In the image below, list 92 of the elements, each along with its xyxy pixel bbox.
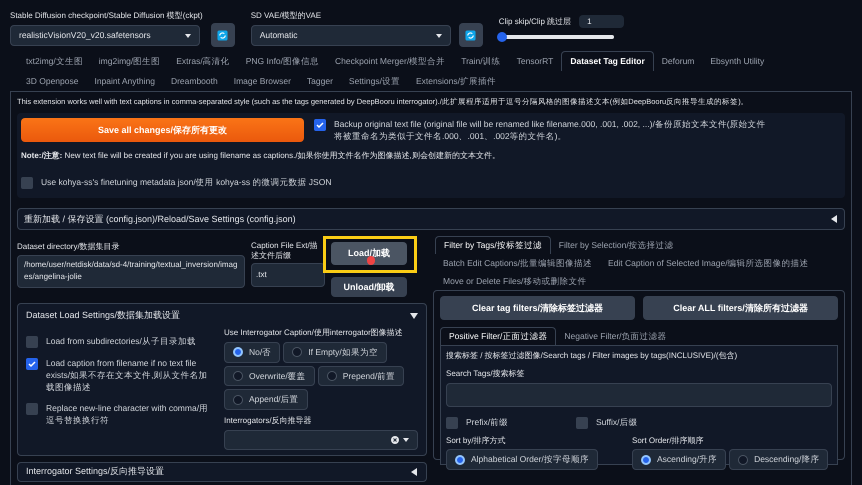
tab[interactable]: Filter by Tags/按标签过滤 xyxy=(435,236,551,254)
refresh-icon xyxy=(465,30,476,40)
field-label: Caption File Ext/描述文件后缀 xyxy=(251,241,319,262)
cursor-icon xyxy=(367,256,375,266)
tab[interactable]: Settings/设置 xyxy=(340,71,408,91)
field-label: Clip skip/Clip 跳过层 xyxy=(498,16,572,28)
radio-option[interactable]: Overwrite/覆盖 xyxy=(224,366,315,386)
radio-option[interactable]: Alphabetical Order/按字母顺序 xyxy=(446,449,598,470)
dropdown-arrow-icon xyxy=(185,34,191,38)
tab[interactable]: TensorRT xyxy=(508,51,562,71)
checkmark-icon xyxy=(28,360,36,368)
tab[interactable]: Train/训练 xyxy=(453,51,509,71)
checkbox[interactable] xyxy=(576,417,588,430)
checkmark-icon xyxy=(316,121,324,130)
refresh-button[interactable] xyxy=(458,23,483,47)
checkbox-label: Load from subdirectories/从子目录加载 xyxy=(46,334,196,347)
radio-option[interactable]: If Empty/如果为空 xyxy=(283,342,387,362)
checkbox[interactable] xyxy=(446,417,458,430)
radio-button[interactable] xyxy=(326,370,337,381)
tab[interactable]: Image Browser xyxy=(226,71,299,91)
radio-button[interactable] xyxy=(233,347,243,358)
tab[interactable]: Inpaint Anything xyxy=(86,71,163,91)
dropdown-arrow-icon xyxy=(436,34,442,38)
tab[interactable]: Move or Delete Files/移动或删除文件 xyxy=(435,272,594,290)
search-field[interactable] xyxy=(446,383,832,408)
refresh-button[interactable] xyxy=(210,23,235,47)
radio-option[interactable]: Prepend/前置 xyxy=(318,366,404,386)
field-label: Stable Diffusion checkpoint/Stable Diffusion 模型(ckpt) xyxy=(10,10,203,22)
panel-title: 搜索标签 / 按标签过滤图像/Search tags / Filter images by tags(INCLUSIVE)/(包含) xyxy=(446,350,738,362)
tab[interactable]: img2img/图生图 xyxy=(90,51,168,71)
field-label: Dataset directory/数据集目录 xyxy=(17,241,121,254)
checkbox[interactable] xyxy=(26,358,38,370)
checkbox[interactable] xyxy=(26,336,38,348)
checkbox[interactable] xyxy=(314,119,326,132)
radio-button[interactable] xyxy=(233,394,243,405)
tab[interactable]: Ebsynth Utility xyxy=(702,51,772,71)
tab[interactable]: Batch Edit Captions/批量编辑图像描述 xyxy=(435,254,600,272)
tab[interactable]: Dreambooth xyxy=(162,71,226,91)
tab[interactable]: Extensions/扩展插件 xyxy=(408,71,504,91)
radio-button[interactable] xyxy=(233,370,243,381)
field-label: SD VAE/模型的VAE xyxy=(250,10,322,22)
interrogator-dropdown[interactable] xyxy=(224,430,418,450)
radio-button[interactable] xyxy=(641,454,651,465)
field-label: Use Interrogator Caption/使用interrogator图像描述 xyxy=(224,326,404,339)
slider-thumb[interactable] xyxy=(496,32,507,42)
unload-button[interactable]: Unload/卸载 xyxy=(331,277,407,298)
tab[interactable]: Checkpoint Merger/模型合并 xyxy=(327,51,454,71)
clear-icon xyxy=(391,436,399,444)
radio-button[interactable] xyxy=(738,454,748,465)
field-label: Sort Order/排序顺序 xyxy=(632,435,705,448)
checkbox-label: Suffix/后缀 xyxy=(596,416,638,428)
tab[interactable]: Negative Filter/负面过滤器 xyxy=(556,327,675,346)
tab[interactable]: 3D Openpose xyxy=(18,71,86,91)
number-field[interactable]: 1 xyxy=(579,15,624,28)
tab[interactable]: Filter by Selection/按选择过滤 xyxy=(550,236,682,254)
accordion-header[interactable]: 重新加载 / 保存设置 (config.json)/Reload/Save Settings (config.json) xyxy=(17,208,845,230)
field-label: Interrogators/反向推导器 xyxy=(224,415,313,427)
field-label: Search Tags/搜索标签 xyxy=(446,368,526,380)
radio-option[interactable]: Descending/降序 xyxy=(729,449,828,470)
checkbox-label: Use kohya-ss's finetuning metadata json/使用 kohya-ss 的微调元数据 JSON xyxy=(41,176,332,188)
checkbox[interactable] xyxy=(21,177,33,190)
tab[interactable]: txt2img/文生图 xyxy=(18,51,91,71)
clear-filters-button[interactable]: Clear ALL filters/清除所有过滤器 xyxy=(643,296,838,320)
tab[interactable]: Extras/高清化 xyxy=(168,51,238,71)
panel-title: Dataset Load Settings/数据集加载设置 xyxy=(26,309,180,322)
dropdown[interactable]: Automatic xyxy=(250,25,451,46)
note-text: Note:/注意: New text file will be created if you are using filename as captions./如果你使用文件名作为图像描述,则会创建新的文本文件。 xyxy=(21,150,501,162)
checkbox-label: Prefix/前缀 xyxy=(466,416,508,428)
load-button[interactable]: Load/加载 xyxy=(331,242,407,266)
checkbox[interactable] xyxy=(26,402,38,415)
refresh-icon xyxy=(217,30,228,40)
slider[interactable] xyxy=(498,32,614,42)
tab[interactable]: PNG Info/图像信息 xyxy=(238,51,328,71)
checkbox-label: Backup original text file (original file will be renamed like filename.000, .001, .002, ...)/备份原始文本文件(原始文件将被重命名为类似于文件名.000、.001、.002等的文件名)。 xyxy=(334,118,767,142)
tab[interactable]: Dataset Tag Editor xyxy=(561,51,654,71)
radio-button[interactable] xyxy=(292,347,302,358)
field-label: Sort by/排序方式 xyxy=(446,435,507,448)
radio-button[interactable] xyxy=(455,454,465,465)
radio-option[interactable]: Ascending/升序 xyxy=(632,449,726,470)
radio-option[interactable]: Append/后置 xyxy=(224,389,308,410)
tab[interactable]: Edit Caption of Selected Image/编辑所选图像的描述 xyxy=(600,254,817,272)
checkbox-label: Load caption from filename if no text file exists/如果不存在文本文件,则从文件名加载图像描述 xyxy=(46,356,208,393)
tab[interactable]: Tagger xyxy=(298,71,341,91)
accordion-header[interactable]: Interrogator Settings/反向推导设置 xyxy=(17,462,427,482)
radio-option[interactable]: No/否 xyxy=(224,342,280,362)
dropdown[interactable]: realisticVisionV20_v20.safetensors xyxy=(10,25,200,46)
extension-field[interactable]: .txt xyxy=(251,263,325,288)
checkbox-label: Replace new-line character with comma/用逗号替换换行符 xyxy=(46,402,210,426)
dropdown-arrow-icon xyxy=(403,438,409,442)
tab[interactable]: Deforum xyxy=(654,51,702,71)
directory-field[interactable]: /home/user/netdisk/data/sd-4/training/textual_inversion/images/angelina-jolie xyxy=(17,255,245,288)
clear-filters-button[interactable]: Clear tag filters/清除标签过滤器 xyxy=(440,296,635,320)
